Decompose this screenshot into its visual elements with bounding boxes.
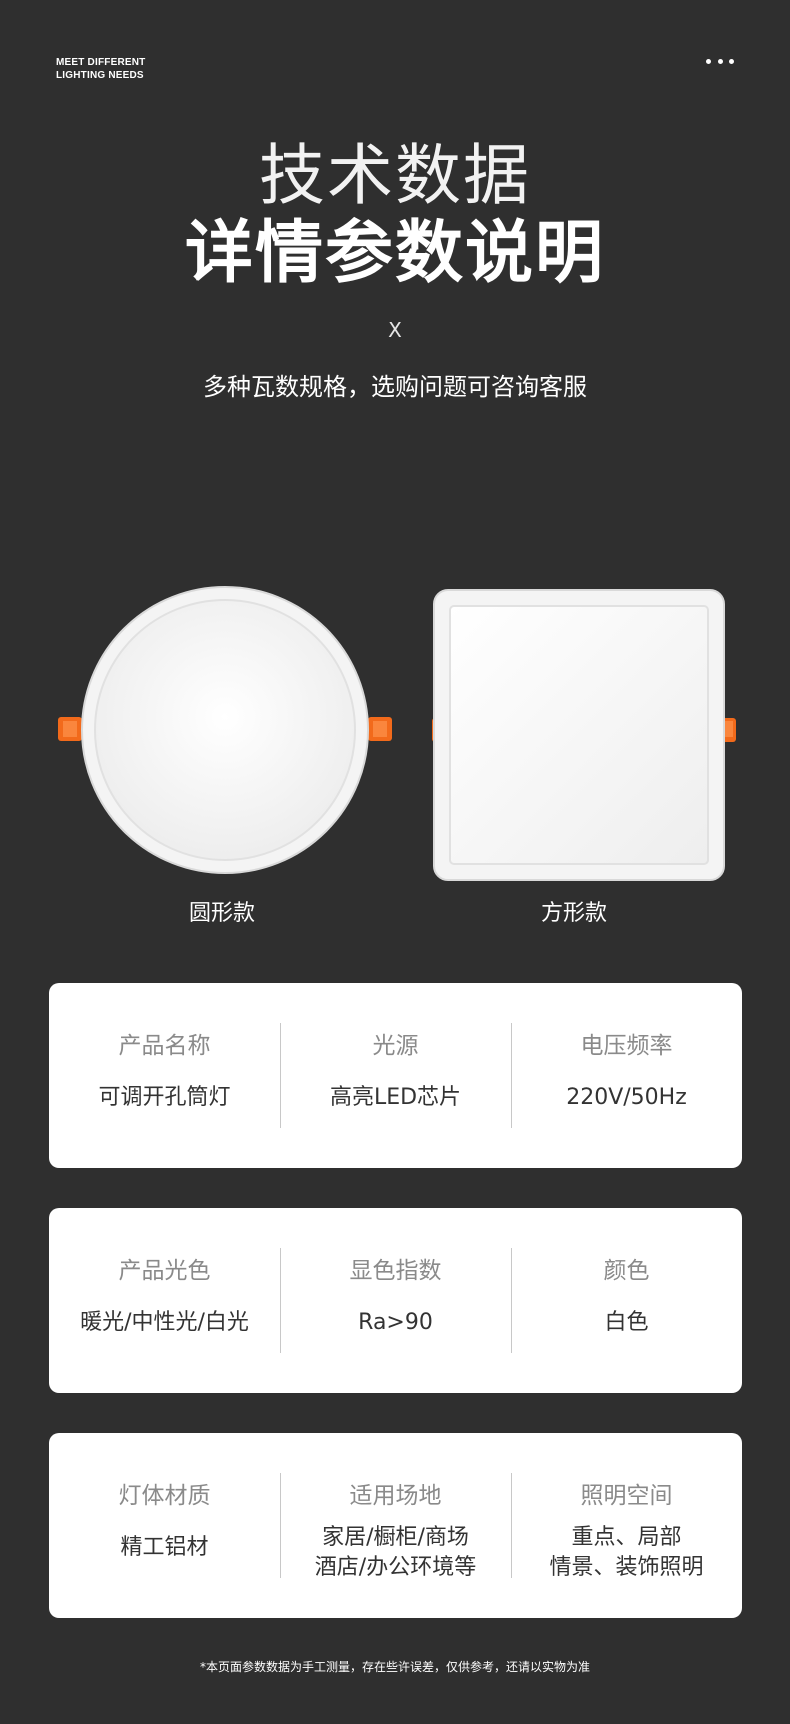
spec-label: 产品名称: [118, 1033, 211, 1059]
spec-label: 显色指数: [349, 1258, 442, 1284]
spec-cell-product-name: 产品名称 可调开孔筒灯: [49, 1023, 280, 1128]
spec-label: 颜色: [603, 1258, 650, 1284]
spec-card: 产品名称 可调开孔筒灯 光源 高亮LED芯片 电压频率 220V/50Hz: [49, 983, 742, 1168]
spec-value: 家居/橱柜/商场 酒店/办公环境等: [315, 1523, 476, 1583]
spec-value: 重点、局部 情景、装饰照明: [549, 1523, 703, 1583]
spec-value-line: 家居/橱柜/商场: [322, 1525, 469, 1550]
spec-card: 灯体材质 精工铝材 适用场地 家居/橱柜/商场 酒店/办公环境等 照明空间 重点…: [49, 1433, 742, 1618]
spec-cell-cri: 显色指数 Ra>90: [280, 1248, 511, 1353]
more-horizontal-icon[interactable]: [706, 52, 734, 70]
square-light-image: [432, 585, 736, 885]
spec-value-line: 情景、装饰照明: [549, 1555, 704, 1580]
spec-label: 光源: [372, 1033, 419, 1059]
spec-cell-application: 适用场地 家居/橱柜/商场 酒店/办公环境等: [280, 1473, 511, 1580]
spec-value: Ra>90: [358, 1310, 433, 1335]
spec-cell-voltage: 电压频率 220V/50Hz: [511, 1023, 742, 1128]
spec-value-line: 重点、局部: [571, 1525, 682, 1550]
spec-cell-body-color: 颜色 白色: [511, 1248, 742, 1353]
spec-cell-light-color: 产品光色 暖光/中性光/白光: [49, 1248, 280, 1353]
brand-line-1: MEET DIFFERENT: [56, 57, 146, 68]
spec-value: 可调开孔筒灯: [98, 1085, 231, 1110]
spec-cell-lighting-space: 照明空间 重点、局部 情景、装饰照明: [511, 1473, 742, 1580]
spec-value: 高亮LED芯片: [329, 1085, 462, 1110]
spec-label: 产品光色: [118, 1258, 211, 1284]
spec-cell-material: 灯体材质 精工铝材: [49, 1473, 280, 1578]
brand-tagline: MEET DIFFERENT LIGHTING NEEDS: [56, 56, 145, 82]
page-subtitle: 多种瓦数规格，选购问题可咨询客服: [203, 373, 587, 401]
spec-value: 精工铝材: [120, 1535, 209, 1560]
brand-line-2: LIGHTING NEEDS: [56, 70, 144, 81]
disclaimer-footnote: *本页面参数数据为手工测量，存在些许误差，仅供参考，还请以实物为准: [199, 1660, 590, 1674]
spec-value: 220V/50Hz: [566, 1085, 687, 1110]
spec-value: 白色: [604, 1310, 649, 1335]
round-light-image: [55, 585, 395, 885]
spec-label: 照明空间: [580, 1483, 673, 1509]
page-heading: 详情参数说明: [184, 214, 605, 293]
page-title: 技术数据: [259, 137, 531, 214]
spec-label: 灯体材质: [118, 1483, 211, 1509]
divider-mark: X: [388, 318, 402, 342]
spec-label: 适用场地: [349, 1483, 442, 1509]
spec-label: 电压频率: [580, 1033, 673, 1059]
round-model-label: 圆形款: [188, 901, 255, 926]
spec-value-line: 酒店/办公环境等: [314, 1555, 477, 1580]
spec-value: 暖光/中性光/白光: [80, 1310, 249, 1335]
square-model-label: 方形款: [540, 901, 607, 926]
spec-cell-light-source: 光源 高亮LED芯片: [280, 1023, 511, 1128]
spec-card: 产品光色 暖光/中性光/白光 显色指数 Ra>90 颜色 白色: [49, 1208, 742, 1393]
